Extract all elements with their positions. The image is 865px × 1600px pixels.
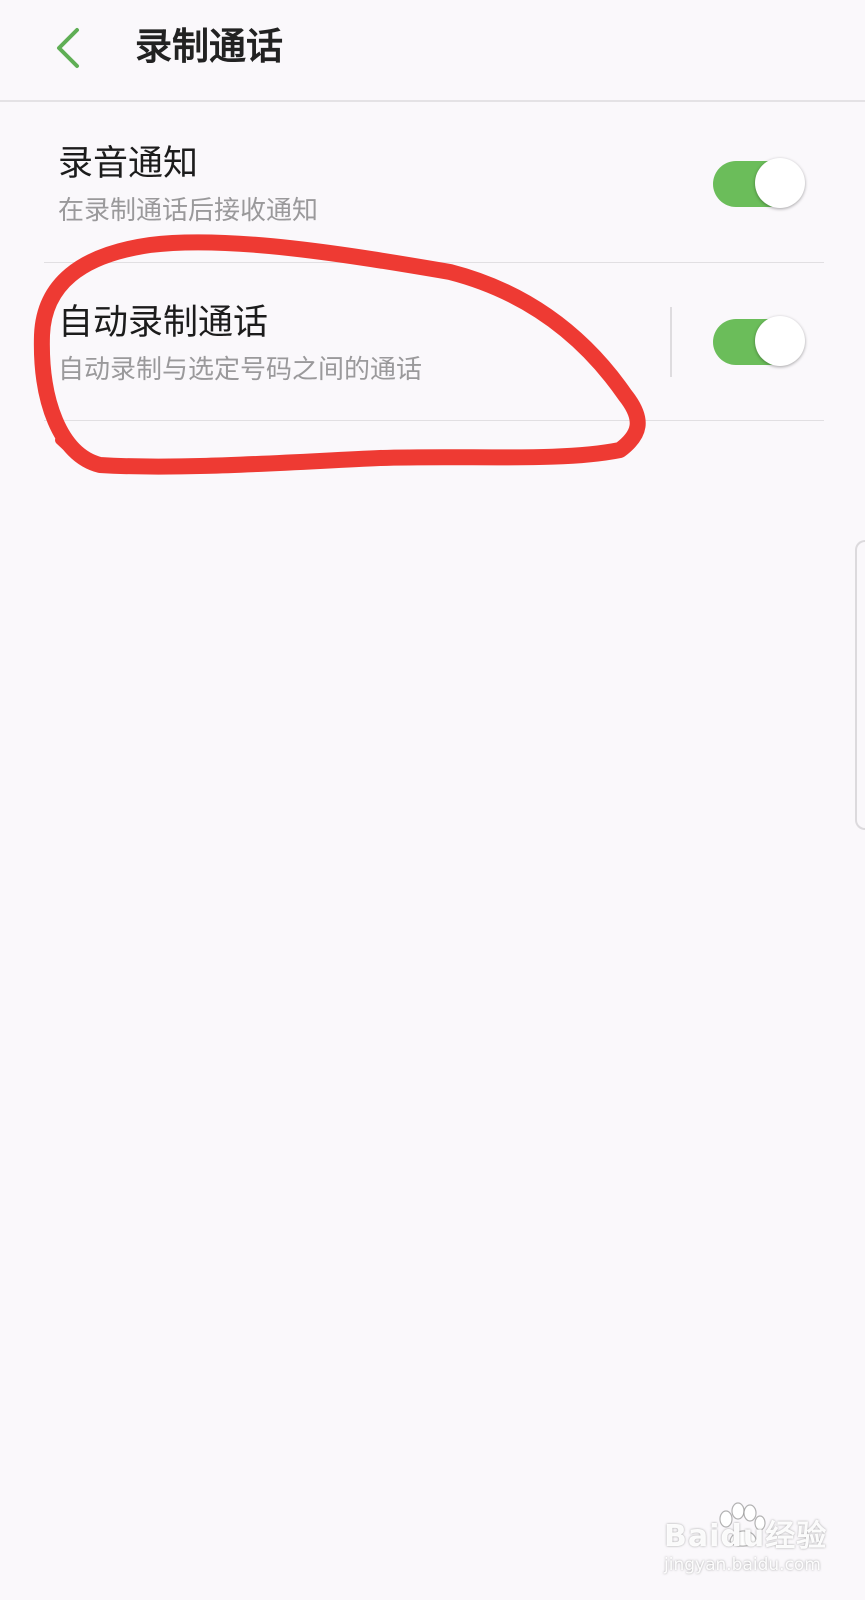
record-notification-toggle[interactable] [713, 158, 805, 208]
watermark-url: jingyan.baidu.com [664, 1555, 821, 1575]
back-button[interactable] [38, 18, 98, 78]
screen: 录制通话 录音通知 在录制通话后接收通知 自动录制通话 自动录制与选定号码之间的… [0, 0, 865, 1600]
chevron-left-icon [57, 28, 79, 68]
row-separator [670, 307, 672, 377]
page-title: 录制通话 [135, 25, 283, 68]
edge-panel-handle[interactable] [855, 540, 865, 830]
setting-subtitle: 在录制通话后接收通知 [58, 196, 319, 226]
app-header: 录制通话 [0, 0, 865, 102]
setting-subtitle: 自动录制与选定号码之间的通话 [58, 355, 423, 385]
auto-record-toggle[interactable] [713, 316, 805, 366]
setting-title: 自动录制通话 [58, 303, 269, 343]
toggle-knob [755, 158, 805, 208]
setting-row-record-notification[interactable]: 录音通知 在录制通话后接收通知 [0, 102, 865, 262]
setting-title: 录音通知 [58, 144, 199, 184]
toggle-knob [755, 316, 805, 366]
divider [44, 420, 824, 421]
baidu-watermark: Baidu经验 jingyan.baidu.com [660, 1502, 840, 1585]
setting-row-auto-record[interactable]: 自动录制通话 自动录制与选定号码之间的通话 [0, 263, 865, 421]
watermark-brand: Baidu经验 [664, 1519, 828, 1554]
